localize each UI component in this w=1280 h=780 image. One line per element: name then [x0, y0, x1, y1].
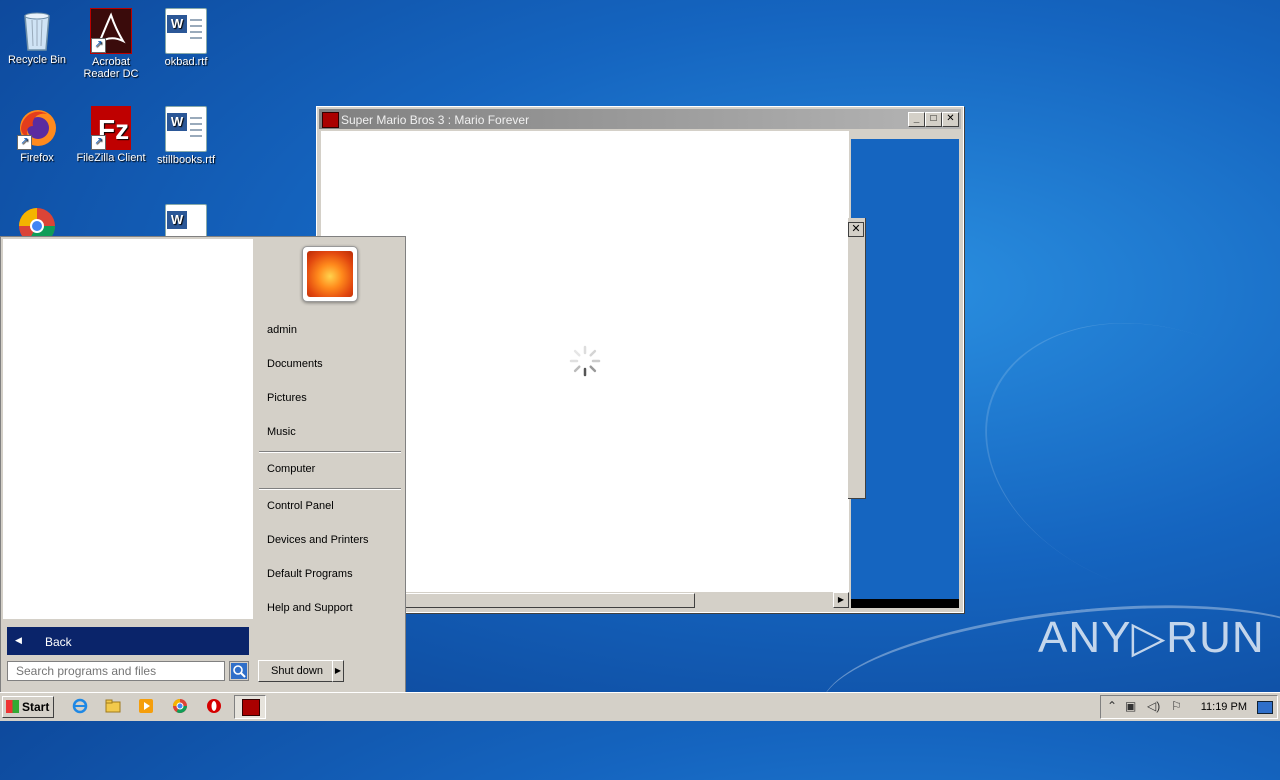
show-hidden-icons-icon[interactable]: ⌃ — [1107, 699, 1117, 713]
start-menu: ◀ Back admin Documents Pictures Music Co… — [0, 236, 406, 694]
desktop-icon-filezilla[interactable]: Fz ↗ FileZilla Client — [74, 106, 148, 164]
desktop-icon-stillbooks[interactable]: W stillbooks.rtf — [149, 106, 223, 166]
scroll-right-arrow-icon[interactable]: ▶ — [833, 592, 849, 608]
desktop-icon-firefox[interactable]: ↗ Firefox — [0, 106, 74, 164]
show-desktop-icon[interactable] — [1257, 701, 1273, 714]
start-menu-item-control-panel[interactable]: Control Panel — [267, 500, 334, 512]
shortcut-arrow-icon: ↗ — [17, 135, 32, 150]
internet-explorer-icon[interactable] — [72, 698, 88, 714]
desktop-icon-acrobat[interactable]: ↗ Acrobat Reader DC — [74, 8, 148, 80]
desktop-icon-label: Acrobat Reader DC — [83, 56, 139, 80]
network-icon[interactable]: ▣ — [1125, 699, 1136, 713]
menu-divider — [259, 451, 401, 453]
opera-icon[interactable] — [206, 698, 222, 714]
start-menu-item-devices-printers[interactable]: Devices and Printers — [267, 534, 369, 546]
back-arrow-icon: ◀ — [15, 635, 22, 645]
media-player-icon[interactable] — [138, 698, 154, 714]
loading-spinner-icon — [569, 345, 601, 377]
mario-forever-window: Super Mario Bros 3 : Mario Forever _ □ ✕… — [316, 106, 964, 613]
clock[interactable]: 11:19 PM — [1201, 701, 1247, 713]
start-label: Start — [22, 700, 50, 714]
start-button[interactable]: Start — [2, 696, 54, 718]
hidden-dialog: ✕ — [848, 218, 866, 499]
menu-divider — [259, 488, 401, 490]
mario-app-icon — [322, 112, 339, 128]
taskbar: Start ⌃ ▣ ◁) ⚐ 11:19 PM — [0, 692, 1280, 721]
chrome-icon — [17, 204, 57, 245]
start-menu-item-pictures[interactable]: Pictures — [267, 392, 307, 404]
avatar[interactable] — [302, 246, 358, 302]
start-menu-programs-list[interactable] — [3, 239, 253, 619]
close-button[interactable]: ✕ — [942, 112, 959, 127]
action-center-flag-icon[interactable]: ⚐ — [1171, 699, 1182, 713]
system-tray: ⌃ ▣ ◁) ⚐ 11:19 PM — [1100, 695, 1278, 719]
windows-logo-icon — [6, 700, 19, 713]
word-document-icon: W — [165, 8, 207, 54]
file-explorer-icon[interactable] — [105, 698, 121, 714]
maximize-button[interactable]: □ — [925, 112, 942, 127]
start-menu-item-default-programs[interactable]: Default Programs — [267, 568, 353, 580]
filezilla-icon: Fz ↗ — [91, 106, 131, 150]
search-button[interactable] — [229, 661, 249, 681]
start-menu-item-help-support[interactable]: Help and Support — [267, 602, 353, 614]
flower-avatar-icon — [307, 251, 353, 297]
shutdown-button[interactable]: Shut down — [258, 660, 336, 682]
wallpaper-swoosh — [946, 275, 1280, 645]
chrome-icon[interactable] — [172, 698, 188, 714]
desktop-icon-okbad[interactable]: W okbad.rtf — [149, 8, 223, 68]
desktop-icon-chrome[interactable] — [0, 204, 74, 245]
background-window-strip — [851, 599, 959, 608]
desktop-icon-label: Recycle Bin — [7, 54, 67, 66]
start-menu-item-music[interactable]: Music — [267, 426, 296, 438]
desktop-icon-recycle-bin[interactable]: Recycle Bin — [0, 8, 74, 66]
desktop-icon-label: stillbooks.rtf — [156, 154, 216, 166]
word-document-icon: W — [165, 106, 207, 152]
recycle-bin-icon — [17, 8, 57, 52]
taskbar-mario-button[interactable] — [234, 695, 266, 719]
shortcut-arrow-icon: ↗ — [91, 135, 106, 150]
word-document-icon: W — [165, 204, 207, 238]
start-menu-item-admin[interactable]: admin — [267, 324, 297, 336]
search-icon — [231, 663, 247, 679]
shutdown-options-button[interactable]: ▶ — [332, 660, 344, 682]
search-input[interactable] — [7, 661, 225, 681]
volume-icon[interactable]: ◁) — [1147, 699, 1160, 713]
window-titlebar[interactable]: Super Mario Bros 3 : Mario Forever _ □ ✕ — [319, 109, 961, 129]
desktop-icon-label: Firefox — [20, 152, 54, 164]
acrobat-icon: ↗ — [90, 8, 132, 54]
back-button[interactable]: ◀ Back — [7, 627, 249, 655]
desktop-icon-document[interactable]: W — [149, 204, 223, 240]
desktop-icon-label: FileZilla Client — [76, 152, 146, 164]
scrollbar-thumb[interactable] — [405, 593, 695, 608]
shortcut-arrow-icon: ↗ — [91, 38, 106, 53]
watermark-logo: ANY▷RUN — [1038, 613, 1265, 662]
firefox-icon: ↗ — [17, 106, 57, 150]
desktop-icon-label: okbad.rtf — [164, 56, 208, 68]
back-label: Back — [45, 635, 72, 649]
minimize-button[interactable]: _ — [908, 112, 925, 127]
mario-app-icon — [242, 699, 260, 716]
dialog-close-button[interactable]: ✕ — [848, 222, 864, 237]
horizontal-scrollbar[interactable]: ▶ — [405, 592, 849, 608]
window-title: Super Mario Bros 3 : Mario Forever — [341, 113, 530, 127]
start-menu-item-computer[interactable]: Computer — [267, 463, 315, 475]
background-window-area — [851, 139, 959, 601]
start-menu-item-documents[interactable]: Documents — [267, 358, 323, 370]
